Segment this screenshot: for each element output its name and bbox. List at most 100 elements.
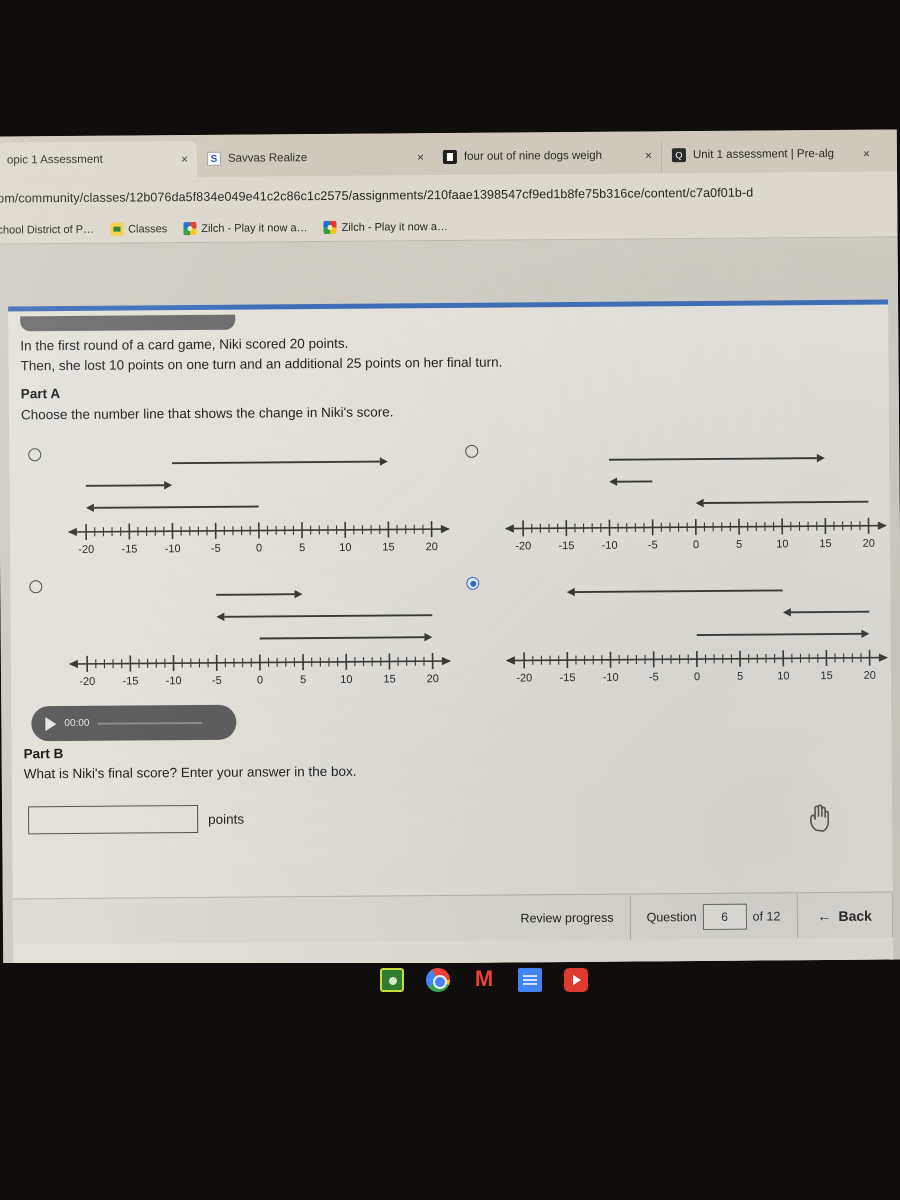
tab-close-icon[interactable]: × — [863, 147, 870, 161]
tab-title: Savvas Realize — [227, 152, 308, 165]
bookmark-zilch-1[interactable]: Zilch - Play it now a… — [183, 221, 308, 236]
tab-close-icon[interactable]: × — [181, 152, 188, 166]
youtube-icon[interactable] — [564, 968, 588, 992]
zilch-icon — [323, 220, 337, 234]
part-b-prompt: What is Niki's final score? Enter your a… — [23, 763, 357, 782]
gmail-icon[interactable]: M — [472, 968, 496, 992]
svg-text:-15: -15 — [558, 540, 574, 552]
browser-tab-2[interactable]: four out of nine dogs weigh × — [433, 137, 661, 175]
svg-text:10: 10 — [340, 674, 352, 686]
browser-tabstrip: opic 1 Assessment × Savvas Realize × fou… — [0, 129, 898, 179]
audio-progress-track[interactable] — [97, 721, 203, 725]
svg-text:-10: -10 — [166, 675, 182, 687]
question-navigator: Question 6 of 12 — [630, 893, 796, 940]
svg-text:5: 5 — [737, 671, 743, 683]
svg-text:10: 10 — [339, 542, 351, 554]
svg-text:0: 0 — [256, 542, 262, 554]
classroom-icon — [110, 222, 124, 236]
option-b[interactable]: -20 -15 -10 -5 0 5 10 15 20 — [465, 438, 887, 566]
back-button-label: Back — [838, 907, 872, 924]
option-d-radio[interactable] — [466, 576, 480, 590]
question-stem: In the first round of a card game, Niki … — [20, 331, 720, 376]
audio-time: 00:00 — [64, 717, 90, 730]
play-icon[interactable] — [45, 716, 57, 731]
svg-text:-10: -10 — [603, 672, 619, 684]
svg-text:-15: -15 — [559, 672, 575, 684]
option-d-number-line: -20 -15 -10 -5 0 5 10 15 20 — [505, 587, 888, 684]
svg-text:-5: -5 — [211, 543, 221, 555]
bookmark-label: chool District of P… — [0, 223, 95, 237]
chromeos-shelf: M — [0, 963, 900, 1200]
address-bar-url[interactable]: om/community/classes/12b076da5f834e049e4… — [0, 186, 753, 206]
docs-icon[interactable] — [518, 968, 542, 992]
svg-text:5: 5 — [299, 542, 305, 554]
option-b-radio[interactable] — [465, 444, 479, 458]
svg-text:15: 15 — [819, 538, 831, 550]
svg-text:-20: -20 — [515, 540, 531, 552]
part-a-prompt: Choose the number line that shows the ch… — [20, 404, 394, 423]
tab-title: four out of nine dogs weigh — [463, 149, 603, 163]
tab-title: opic 1 Assessment — [6, 153, 103, 167]
svg-text:-5: -5 — [648, 539, 658, 551]
option-a-number-line: -20 -15 -10 -5 0 5 10 15 20 — [67, 457, 450, 556]
svg-text:20: 20 — [863, 538, 875, 550]
option-a[interactable]: -20 -15 -10 -5 0 5 10 15 20 — [28, 441, 450, 569]
tab-title: Unit 1 assessment | Pre-alg — [692, 147, 835, 162]
option-c[interactable]: -20 -15 -10 -5 0 5 10 15 20 — [29, 573, 451, 701]
browser-window: opic 1 Assessment × Savvas Realize × fou… — [0, 129, 900, 967]
svg-text:10: 10 — [777, 670, 789, 682]
svg-text:-15: -15 — [121, 543, 137, 555]
svg-text:0: 0 — [257, 674, 263, 686]
part-b-answer-row: points — [28, 804, 244, 835]
browser-tab-3[interactable]: Unit 1 assessment | Pre-alg × — [660, 135, 880, 174]
option-b-number-line: -20 -15 -10 -5 0 5 10 15 20 — [504, 453, 887, 552]
svg-text:-15: -15 — [122, 675, 138, 687]
tab-close-icon[interactable]: × — [417, 150, 424, 164]
question-total-label: of 12 — [752, 908, 781, 924]
svg-text:0: 0 — [694, 671, 700, 683]
zilch-icon — [183, 221, 197, 236]
option-c-radio[interactable] — [29, 580, 43, 594]
svg-text:-10: -10 — [165, 543, 181, 555]
question-number-input[interactable]: 6 — [702, 903, 747, 930]
document-favicon — [442, 149, 457, 165]
review-progress-button[interactable]: Review progress — [504, 894, 629, 941]
svg-text:-20: -20 — [79, 676, 95, 688]
classroom-icon[interactable] — [380, 968, 404, 992]
svg-text:-5: -5 — [212, 675, 222, 687]
bookmark-school-district[interactable]: chool District of P… — [0, 223, 94, 236]
svg-text:-20: -20 — [78, 544, 94, 556]
savvas-favicon — [206, 151, 221, 166]
toolbar-tab-shape — [20, 314, 236, 332]
back-button[interactable]: ← Back — [797, 907, 892, 924]
svg-text:20: 20 — [427, 673, 439, 685]
option-a-radio[interactable] — [28, 448, 42, 462]
part-b-label: Part B — [23, 746, 64, 762]
browser-tab-1[interactable]: Savvas Realize × — [197, 139, 433, 177]
chrome-icon[interactable] — [426, 968, 450, 992]
review-progress-label: Review progress — [520, 910, 614, 925]
bookmark-label: Zilch - Play it now a… — [341, 220, 448, 234]
question-label: Question — [646, 909, 697, 924]
bookmark-label: Classes — [128, 222, 168, 236]
photo-of-chromebook-screen: opic 1 Assessment × Savvas Realize × fou… — [0, 0, 900, 1200]
svg-text:15: 15 — [382, 541, 394, 553]
browser-tab-0[interactable]: opic 1 Assessment × — [0, 140, 198, 179]
final-score-input[interactable] — [28, 804, 199, 835]
shelf-icon-row: M — [380, 968, 588, 992]
bookmark-zilch-2[interactable]: Zilch - Play it now a… — [323, 220, 448, 234]
left-arrow-icon: ← — [817, 907, 832, 924]
svg-text:-20: -20 — [516, 672, 532, 684]
bookmark-label: Zilch - Play it now a… — [201, 221, 308, 235]
svg-text:15: 15 — [820, 670, 832, 682]
svg-text:-10: -10 — [602, 540, 618, 552]
bookmark-classes[interactable]: Classes — [110, 222, 168, 236]
audio-player[interactable]: 00:00 — [31, 704, 237, 742]
option-d[interactable]: -20 -15 -10 -5 0 5 10 15 20 — [466, 570, 888, 698]
part-a-label: Part A — [20, 386, 61, 402]
svg-text:5: 5 — [300, 674, 306, 686]
tab-close-icon[interactable]: × — [645, 148, 652, 162]
svg-text:-5: -5 — [649, 671, 659, 683]
svg-text:15: 15 — [383, 673, 395, 685]
svg-text:0: 0 — [693, 539, 699, 551]
